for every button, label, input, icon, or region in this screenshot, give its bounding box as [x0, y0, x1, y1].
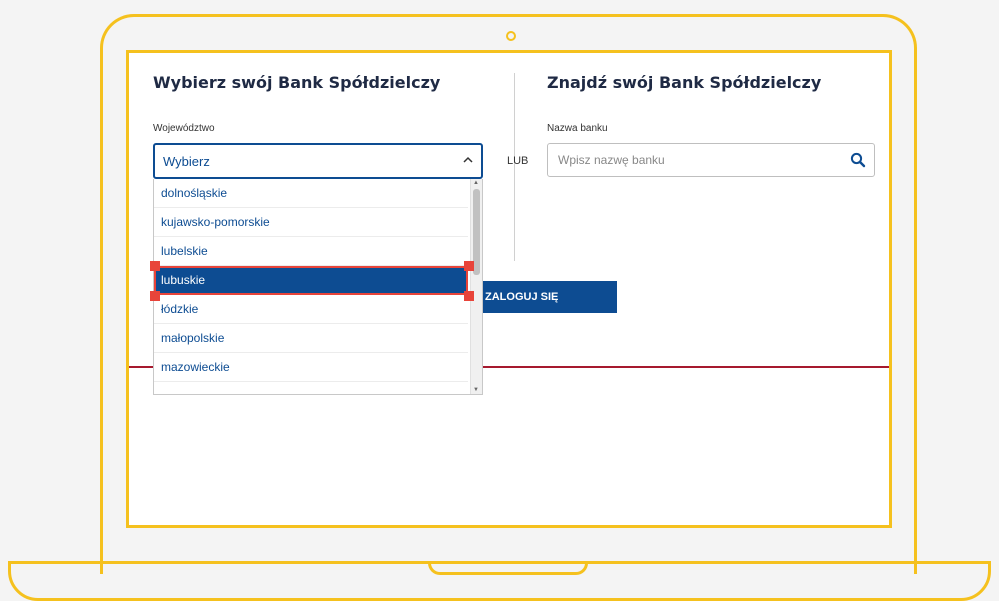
scroll-up-icon[interactable]: ▲	[473, 180, 479, 186]
dropdown-scrollbar[interactable]: ▲ ▼	[470, 179, 482, 394]
bank-name-field	[547, 143, 875, 177]
region-option[interactable]: lubelskie	[154, 237, 468, 266]
laptop-notch	[428, 561, 588, 575]
camera-dot	[506, 31, 516, 41]
region-option[interactable]: mazowieckie	[154, 353, 468, 382]
selection-handle-bottom-right	[464, 291, 474, 301]
region-option[interactable]: dolnośląskie	[154, 179, 468, 208]
region-select-value: Wybierz	[163, 153, 210, 169]
selection-handle-bottom-left	[150, 291, 160, 301]
login-button[interactable]: ZALOGUJ SIĘ	[469, 281, 617, 313]
scrollbar-thumb[interactable]	[473, 189, 480, 275]
region-option[interactable]: kujawsko-pomorskie	[154, 208, 468, 237]
region-option[interactable]: łódzkie	[154, 295, 468, 324]
region-dropdown: dolnośląskie kujawsko-pomorskie lubelskie l…	[153, 179, 483, 395]
or-separator: LUB	[507, 155, 529, 167]
region-label: Województwo	[153, 123, 215, 134]
scroll-down-icon[interactable]: ▼	[473, 387, 479, 393]
panel-divider	[514, 73, 515, 261]
selection-handle-top-left	[150, 261, 160, 271]
search-icon[interactable]	[850, 152, 866, 168]
region-options-list: dolnośląskie kujawsko-pomorskie lubelskie l…	[154, 179, 468, 382]
region-option[interactable]: małopolskie	[154, 324, 468, 353]
screen: Wybierz swój Bank Spółdzielczy Województ…	[126, 50, 892, 528]
chevron-up-icon	[463, 156, 473, 167]
region-option[interactable]: lubuskie	[154, 266, 468, 295]
left-panel-title: Wybierz swój Bank Spółdzielczy	[153, 73, 441, 92]
bank-name-input[interactable]	[556, 152, 850, 168]
right-panel-title: Znajdź swój Bank Spółdzielczy	[547, 73, 822, 92]
selection-handle-top-right	[464, 261, 474, 271]
bank-name-label: Nazwa banku	[547, 123, 608, 134]
region-select[interactable]: Wybierz	[153, 143, 483, 179]
